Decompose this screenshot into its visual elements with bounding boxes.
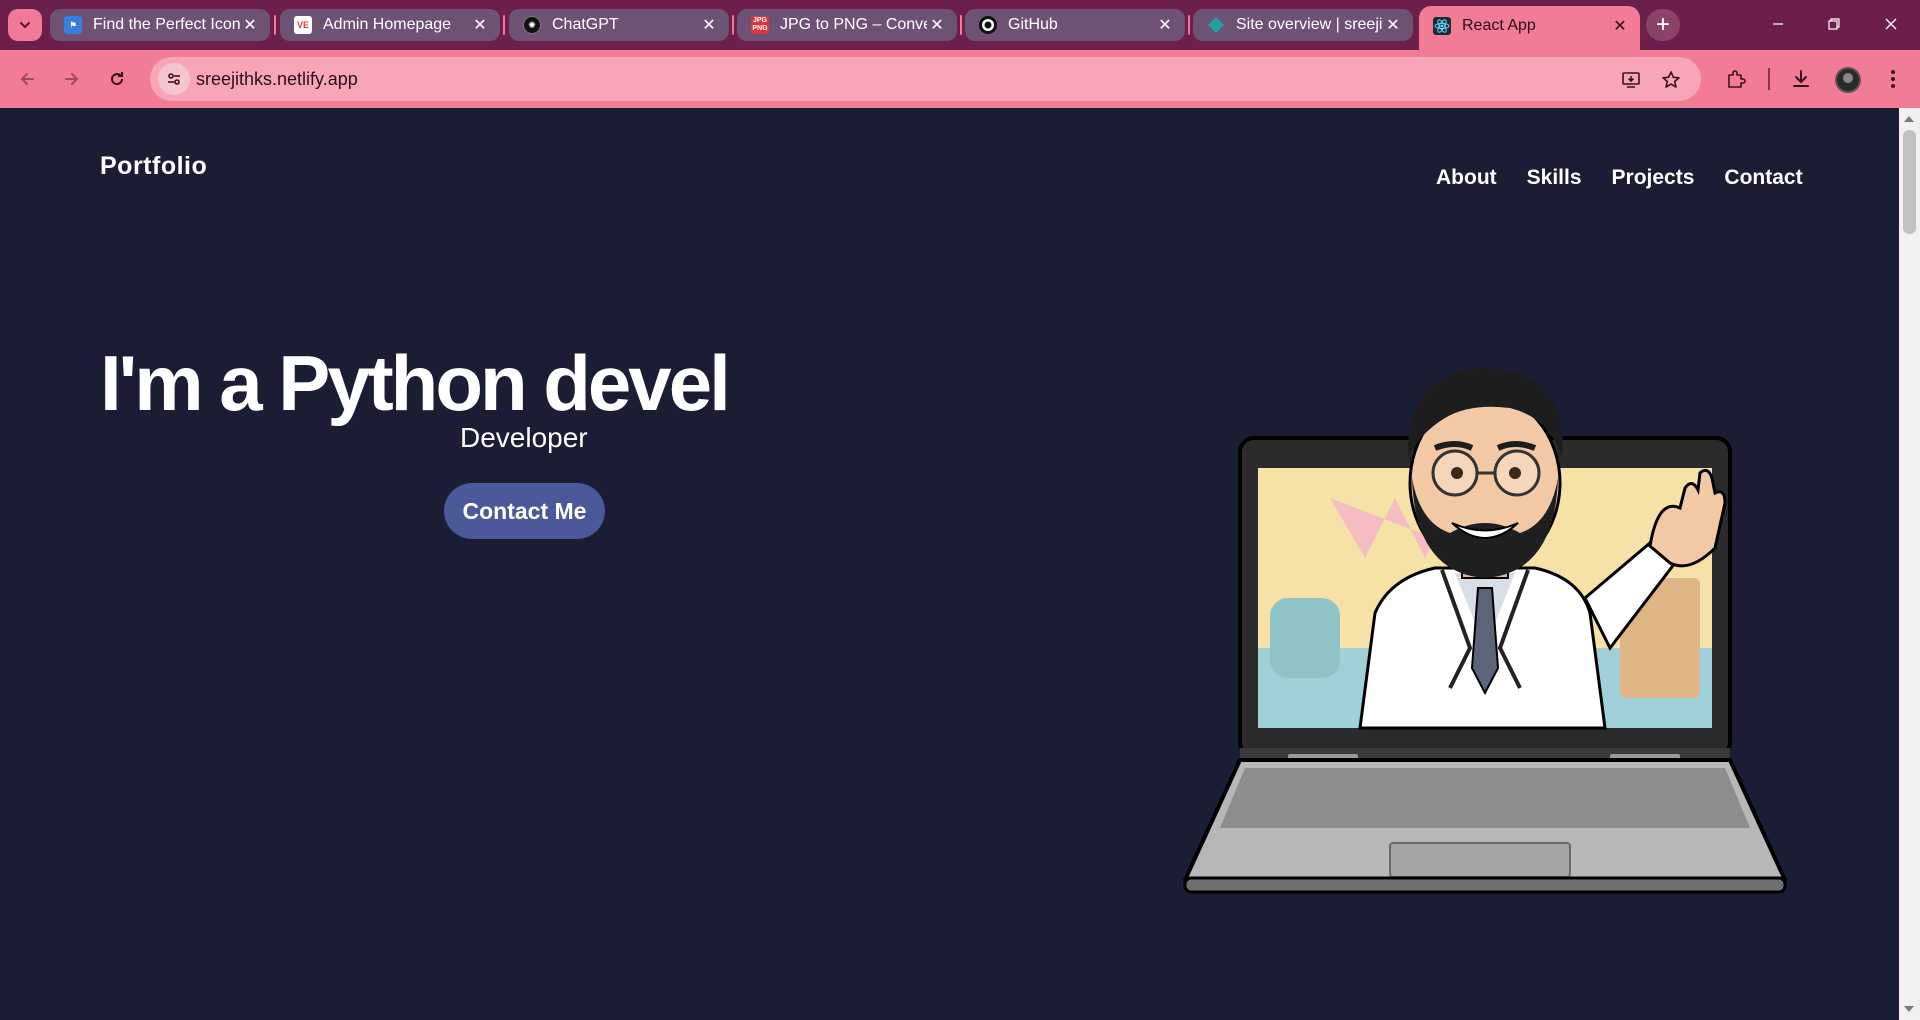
- tab-github[interactable]: GitHub ✕: [965, 9, 1185, 41]
- site-info-button[interactable]: [158, 63, 190, 95]
- close-icon[interactable]: ✕: [470, 15, 490, 35]
- extensions-button[interactable]: [1721, 64, 1751, 94]
- tab-title: Find the Perfect Icon: [93, 16, 240, 33]
- toolbar-divider: [1768, 68, 1770, 90]
- more-vertical-icon: [1891, 70, 1895, 88]
- arrow-right-icon: [65, 73, 79, 85]
- restore-icon: [1828, 18, 1840, 30]
- close-icon[interactable]: ✕: [927, 15, 947, 35]
- tune-icon: [168, 73, 180, 85]
- back-button[interactable]: [12, 64, 42, 94]
- react-icon: [1433, 17, 1451, 35]
- flag-icon: ⚑: [64, 16, 82, 34]
- hero-subtitle: Developer: [460, 422, 588, 453]
- forward-button[interactable]: [57, 64, 87, 94]
- tab-jpg-to-png[interactable]: JPG PNG JPG to PNG – Conver ✕: [737, 9, 957, 41]
- tab-react-app[interactable]: React App ✕: [1419, 6, 1640, 50]
- close-icon[interactable]: ✕: [240, 15, 260, 35]
- tab-strip: ⚑ Find the Perfect Icon ✕ VE Admin Homep…: [0, 0, 1920, 50]
- downloads-button[interactable]: [1786, 64, 1816, 94]
- contact-me-button[interactable]: Contact Me: [444, 483, 605, 539]
- tab-separator: [960, 15, 962, 35]
- close-icon[interactable]: ✕: [1610, 16, 1630, 36]
- openai-icon: ✺: [523, 16, 541, 34]
- minimize-button[interactable]: [1755, 8, 1801, 40]
- arrow-left-icon: [20, 73, 34, 85]
- tab-title: React App: [1462, 17, 1536, 34]
- download-icon: [1793, 70, 1809, 87]
- scroll-down-arrow-icon[interactable]: [1904, 1006, 1914, 1012]
- netlify-icon: [1207, 16, 1225, 34]
- browser-menu-button[interactable]: [1878, 64, 1908, 94]
- tab-find-icon[interactable]: ⚑ Find the Perfect Icon ✕: [50, 9, 270, 41]
- tab-separator: [503, 15, 505, 35]
- close-icon[interactable]: ✕: [1155, 15, 1175, 35]
- tab-site-overview[interactable]: Site overview | sreejit ✕: [1193, 9, 1413, 41]
- tab-separator: [1188, 15, 1190, 35]
- star-icon: [1662, 71, 1680, 88]
- plus-icon: +: [1655, 11, 1670, 38]
- scrollbar-thumb[interactable]: [1903, 130, 1916, 234]
- profile-avatar[interactable]: [1835, 67, 1861, 93]
- install-app-button[interactable]: [1620, 69, 1642, 91]
- nav-link-skills[interactable]: Skills: [1527, 166, 1582, 190]
- reload-button[interactable]: [102, 64, 132, 94]
- tab-separator: [274, 15, 276, 35]
- install-icon: [1622, 72, 1640, 88]
- brand-logo[interactable]: Portfolio: [100, 152, 207, 181]
- address-bar[interactable]: sreejithks.netlify.app: [150, 57, 1701, 101]
- url-text[interactable]: sreejithks.netlify.app: [196, 69, 358, 90]
- tab-title: JPG to PNG – Conver: [780, 16, 927, 33]
- vertical-scrollbar[interactable]: [1899, 108, 1920, 1020]
- jpg-png-icon: JPG PNG: [751, 16, 769, 34]
- chevron-down-icon: [20, 22, 30, 29]
- page-viewport: Portfolio About Skills Projects Contact …: [0, 108, 1899, 1020]
- tab-title: GitHub: [1008, 16, 1058, 33]
- browser-toolbar: sreejithks.netlify.app: [0, 50, 1920, 108]
- scroll-up-arrow-icon[interactable]: [1904, 116, 1914, 122]
- close-icon: [1885, 18, 1897, 30]
- hero-title: I'm a Python devel: [100, 339, 731, 427]
- restore-button[interactable]: [1811, 8, 1857, 40]
- tab-chatgpt[interactable]: ✺ ChatGPT ✕: [509, 9, 729, 41]
- tab-admin-homepage[interactable]: VE Admin Homepage ✕: [280, 9, 500, 41]
- new-tab-button[interactable]: +: [1646, 9, 1680, 41]
- tab-title: Admin Homepage: [323, 16, 452, 33]
- ve-logo-icon: VE: [294, 16, 312, 34]
- close-window-button[interactable]: [1868, 8, 1914, 40]
- reload-icon: [111, 72, 124, 86]
- nav-link-projects[interactable]: Projects: [1612, 166, 1695, 190]
- nav-link-contact[interactable]: Contact: [1724, 166, 1802, 190]
- tab-separator: [732, 15, 734, 35]
- tab-search-button[interactable]: [8, 9, 42, 41]
- main-nav: About Skills Projects Contact: [1436, 166, 1803, 190]
- bookmark-button[interactable]: [1660, 69, 1682, 91]
- avatar-laptop-illustration: [1183, 368, 1787, 894]
- tab-title: Site overview | sreejit: [1236, 16, 1383, 33]
- github-icon: [979, 16, 997, 34]
- puzzle-icon: [1728, 70, 1746, 88]
- close-icon[interactable]: ✕: [1383, 15, 1403, 35]
- tab-title: ChatGPT: [552, 16, 619, 33]
- minimize-icon: [1773, 23, 1783, 25]
- close-icon[interactable]: ✕: [699, 15, 719, 35]
- nav-link-about[interactable]: About: [1436, 166, 1497, 190]
